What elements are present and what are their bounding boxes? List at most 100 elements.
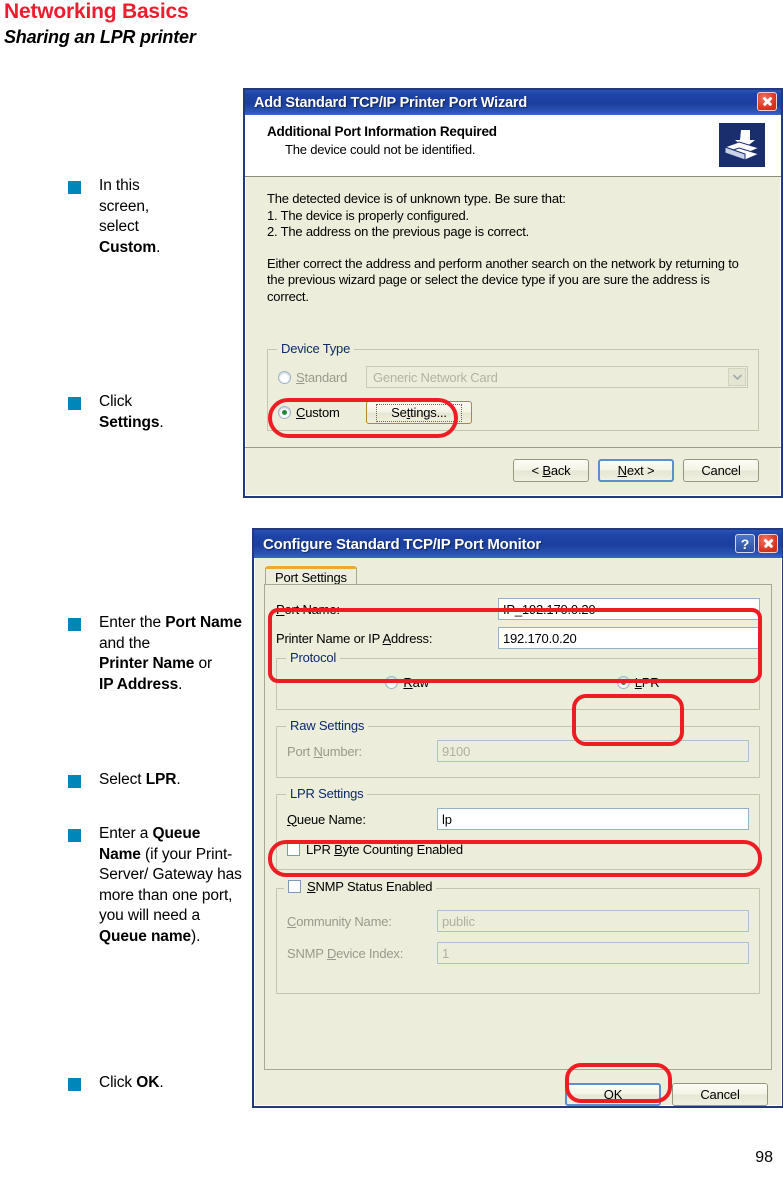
device-type-combo[interactable]: Generic Network Card [366,366,748,388]
raw-settings-legend: Raw Settings [286,718,369,733]
snmp-group: SNMP Status Enabled Community Name: publ… [276,879,760,994]
snmp-device-index-label: SNMP Device Index: [287,945,404,961]
close-icon[interactable] [758,534,778,553]
monitor-cancel-button-label: Cancel [700,1087,740,1102]
radio-lpr-wrap[interactable]: LPR [616,675,660,690]
instruction-text: Enter a Queue Name (if your Print-Server… [99,825,242,945]
port-name-input[interactable]: IP_192.170.0.20 [498,598,760,620]
snmp-device-index-input[interactable]: 1 [437,942,749,964]
ok-button-label: OK [603,1087,623,1102]
radio-custom[interactable] [278,406,291,419]
monitor-titlebar: Configure Standard TCP/IP Port Monitor ? [254,530,782,558]
help-icon[interactable]: ? [735,534,755,553]
wizard-body-paragraph-2: Either correct the address and perform a… [267,255,739,304]
back-button-label: < Back [531,463,571,478]
printer-name-input[interactable]: 192.170.0.20 [498,627,760,649]
port-number-row: Port Number: 9100 [287,740,749,762]
protocol-group: Protocol Raw LPR [276,650,760,710]
instruction-text: In this screen, select Custom. [99,177,161,256]
port-number-value: 9100 [442,743,471,759]
instruction-click-settings: Click Settings. [68,392,198,433]
settings-button[interactable]: Settings... [366,401,472,424]
radio-standard-label: Standard [296,369,348,385]
next-button-label: Next > [617,463,655,478]
monitor-title: Configure Standard TCP/IP Port Monitor [263,535,541,553]
instruction-text: Click OK. [99,1074,164,1091]
community-name-label: Community Name: [287,913,392,929]
snmp-legend-label: SNMP Status Enabled [307,879,433,894]
community-name-value: public [442,913,475,929]
bullet-square-icon [68,397,81,410]
wizard-titlebar: Add Standard TCP/IP Printer Port Wizard [245,90,781,115]
tab-port-settings-label: Port Settings [275,570,347,585]
wizard-button-bar: < Back Next > Cancel [267,459,759,482]
lpr-byte-counting-label: LPR Byte Counting Enabled [306,842,463,857]
printer-icon [714,118,770,172]
chevron-down-icon[interactable] [728,368,746,386]
monitor-cancel-button[interactable]: Cancel [672,1083,768,1106]
settings-button-label: Settings... [376,403,462,422]
device-type-group: Device Type Standard Generic Network Car… [267,341,759,431]
wizard-separator [245,447,781,448]
radio-standard[interactable] [278,370,291,384]
page-title: Networking Basics [4,0,189,23]
snmp-legend-wrap[interactable]: SNMP Status Enabled [284,879,437,894]
page-header: Networking Basics Sharing an LPR printer [4,0,196,48]
queue-name-input[interactable]: lp [437,808,749,830]
device-type-legend: Device Type [277,341,355,356]
printer-name-label: Printer Name or IP Address: [276,630,433,646]
lpr-settings-group: LPR Settings Queue Name: lp LPR Byte Cou… [276,786,760,870]
wizard-body-line-1: The detected device is of unknown type. … [267,191,566,206]
printer-name-value: 192.170.0.20 [503,630,577,646]
bullet-square-icon [68,181,81,194]
port-number-label: Port Number: [287,743,362,759]
monitor-tab-strip: Port Settings [254,558,782,587]
wizard-body-line-2: 1. The device is properly configured. [267,207,469,223]
instruction-text: Click Settings. [99,393,164,431]
community-name-row: Community Name: public [287,910,749,932]
radio-raw[interactable] [385,676,399,689]
port-name-value: IP_192.170.0.20 [503,601,596,617]
wizard-header-band: Additional Port Information Required The… [245,115,781,177]
instruction-select-lpr: Select LPR. [68,770,218,791]
instruction-select-custom: In this screen, select Custom. [68,176,188,258]
snmp-device-index-row: SNMP Device Index: 1 [287,942,749,964]
wizard-body-line-3: 2. The address on the previous page is c… [267,224,530,239]
community-name-input[interactable]: public [437,910,749,932]
wizard-heading: Additional Port Information Required [267,124,497,139]
bullet-square-icon [68,1078,81,1091]
configure-tcpip-port-monitor-dialog: Configure Standard TCP/IP Port Monitor ?… [252,528,783,1108]
snmp-status-checkbox[interactable] [288,880,301,893]
page-number: 98 [755,1149,773,1166]
printer-icon-glyph [719,123,765,167]
close-icon[interactable] [757,92,777,111]
protocol-options-row: Raw LPR [287,675,749,690]
device-type-standard-row: Standard Generic Network Card [278,366,748,388]
device-type-combo-value: Generic Network Card [373,369,498,385]
instruction-text: Enter the Port Name and the Printer Name… [99,614,242,693]
port-name-row: Port Name: IP_192.170.0.20 [276,598,760,620]
next-button[interactable]: Next > [598,459,674,482]
queue-name-value: lp [442,811,452,827]
protocol-legend: Protocol [286,650,341,665]
instruction-enter-queue-name: Enter a Queue Name (if your Print-Server… [68,824,243,947]
wizard-body: The detected device is of unknown type. … [245,177,781,482]
queue-name-row: Queue Name: lp [287,808,749,830]
lpr-byte-counting-row[interactable]: LPR Byte Counting Enabled [287,842,749,857]
wizard-title: Add Standard TCP/IP Printer Port Wizard [254,94,527,111]
radio-lpr[interactable] [616,676,630,689]
monitor-titlebar-buttons: ? [735,534,778,553]
ok-button[interactable]: OK [565,1083,661,1106]
radio-raw-wrap[interactable]: Raw [385,675,429,690]
lpr-byte-counting-checkbox[interactable] [287,843,300,856]
printer-name-row: Printer Name or IP Address: 192.170.0.20 [276,627,760,649]
cancel-button-label: Cancel [701,463,741,478]
queue-name-label: Queue Name: [287,811,366,827]
instruction-enter-port-name: Enter the Port Name and the Printer Name… [68,613,246,695]
snmp-device-index-value: 1 [442,945,450,961]
back-button[interactable]: < Back [513,459,589,482]
bullet-square-icon [68,775,81,788]
cancel-button[interactable]: Cancel [683,459,759,482]
port-number-input[interactable]: 9100 [437,740,749,762]
help-icon-label: ? [740,535,750,552]
